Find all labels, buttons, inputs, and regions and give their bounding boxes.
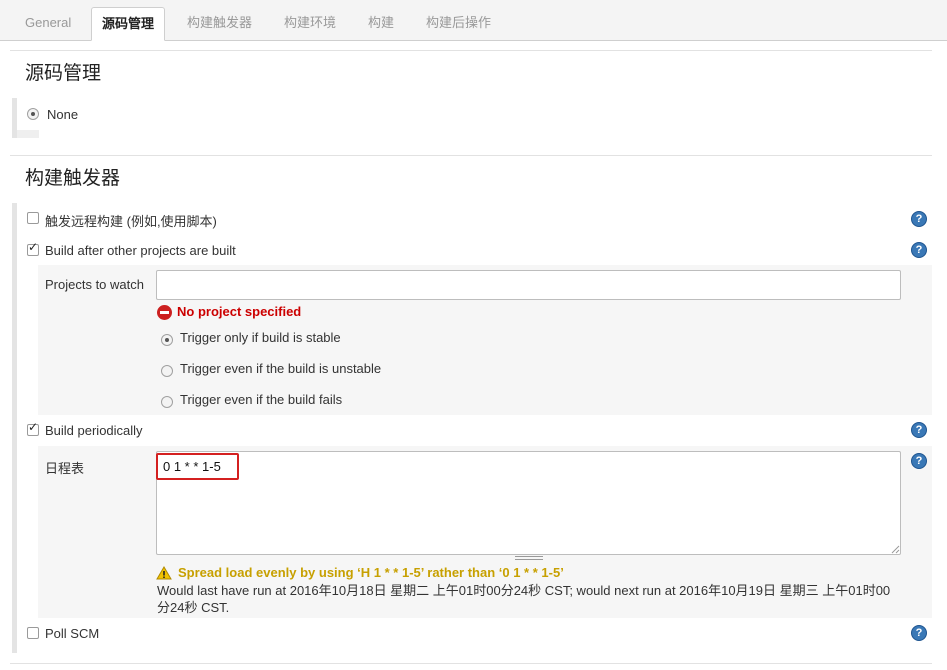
scm-group-foot xyxy=(17,130,39,138)
build-periodically-label: Build periodically xyxy=(45,423,143,438)
tab-general[interactable]: General xyxy=(15,9,81,39)
poll-scm-label: Poll SCM xyxy=(45,626,100,641)
scm-section-title: 源码管理 xyxy=(25,63,102,84)
trigger-unstable-radio[interactable] xyxy=(161,365,173,377)
build-after-other-checkbox[interactable] xyxy=(27,240,39,256)
tab-build-triggers[interactable]: 构建触发器 xyxy=(177,9,262,39)
remote-trigger-label: 触发远程构建 (例如,使用脚本) xyxy=(45,214,217,229)
schedule-next-run-info: Would last have run at 2016年10月18日 星期二 上… xyxy=(157,583,891,615)
help-icon[interactable]: ? xyxy=(911,242,927,258)
trigger-unstable-label: Trigger even if the build is unstable xyxy=(180,361,382,376)
scm-none-radio[interactable] xyxy=(27,108,39,120)
textarea-resize-icon[interactable] xyxy=(890,544,900,554)
divider xyxy=(10,50,932,51)
resize-grip-icon[interactable] xyxy=(515,556,543,560)
build-after-other-label: Build after other projects are built xyxy=(45,243,236,258)
highlight-box xyxy=(156,453,239,480)
poll-scm-checkbox[interactable] xyxy=(27,627,39,639)
triggers-section-title: 构建触发器 xyxy=(25,168,121,189)
schedule-warning: Spread load evenly by using ‘H 1 * * 1-5… xyxy=(178,565,564,580)
trigger-stable-radio[interactable] xyxy=(161,334,173,346)
config-tab-bar: General 源码管理 构建触发器 构建环境 构建 构建后操作 xyxy=(0,0,947,41)
schedule-label: 日程表 xyxy=(45,461,85,476)
help-icon[interactable]: ? xyxy=(911,422,927,438)
build-periodically-checkbox[interactable] xyxy=(27,420,39,436)
tab-source-code-management[interactable]: 源码管理 xyxy=(91,7,166,41)
remote-trigger-checkbox[interactable] xyxy=(27,212,39,224)
tab-build[interactable]: 构建 xyxy=(358,9,404,39)
tab-post-build-actions[interactable]: 构建后操作 xyxy=(416,9,501,39)
warning-icon xyxy=(156,566,172,580)
projects-to-watch-input[interactable] xyxy=(156,270,901,300)
error-message: No project specified xyxy=(177,304,302,319)
scm-none-label: None xyxy=(47,107,79,122)
help-icon[interactable]: ? xyxy=(911,211,927,227)
divider xyxy=(10,155,932,156)
help-icon[interactable]: ? xyxy=(911,625,927,641)
help-icon[interactable]: ? xyxy=(911,453,927,469)
trigger-fails-radio[interactable] xyxy=(161,396,173,408)
triggers-group-bar xyxy=(12,203,17,653)
tab-build-environment[interactable]: 构建环境 xyxy=(274,9,346,39)
schedule-textarea[interactable] xyxy=(156,451,901,555)
error-icon xyxy=(157,305,172,320)
trigger-stable-label: Trigger only if build is stable xyxy=(180,330,341,345)
projects-to-watch-label: Projects to watch xyxy=(45,277,144,292)
trigger-fails-label: Trigger even if the build fails xyxy=(180,392,343,407)
divider xyxy=(10,663,932,664)
